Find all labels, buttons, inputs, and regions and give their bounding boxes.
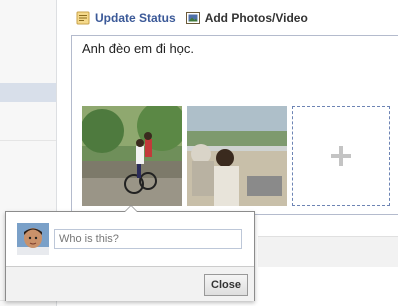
tag-popup: Close: [5, 205, 255, 301]
composer-message[interactable]: Anh đèo em đi học.: [82, 41, 194, 56]
tab-add-photos-video[interactable]: Add Photos/Video: [185, 11, 308, 25]
popup-pointer-inner: [125, 206, 137, 212]
composer-tabs: Update Status Add Photos/Video: [76, 9, 318, 27]
status-update-icon: [76, 11, 90, 25]
tab-add-photos-video-label: Add Photos/Video: [204, 11, 308, 25]
photo-group[interactable]: [187, 106, 287, 206]
sidebar-item-selected[interactable]: [0, 83, 56, 102]
plus-icon: [331, 154, 351, 158]
add-photo-tile[interactable]: [292, 106, 390, 206]
avatar: [17, 223, 49, 255]
tab-update-status-label: Update Status: [95, 11, 176, 25]
photo-icon: [185, 11, 200, 25]
close-button[interactable]: Close: [204, 274, 248, 296]
popup-footer: Close: [6, 266, 254, 301]
divider: [0, 140, 56, 141]
photo-bicycle[interactable]: [82, 106, 182, 206]
photo-composer: Anh đèo em đi học.: [71, 35, 398, 215]
tab-update-status[interactable]: Update Status: [76, 11, 176, 25]
who-is-this-input[interactable]: [54, 229, 242, 249]
composer-footer: [258, 236, 398, 267]
